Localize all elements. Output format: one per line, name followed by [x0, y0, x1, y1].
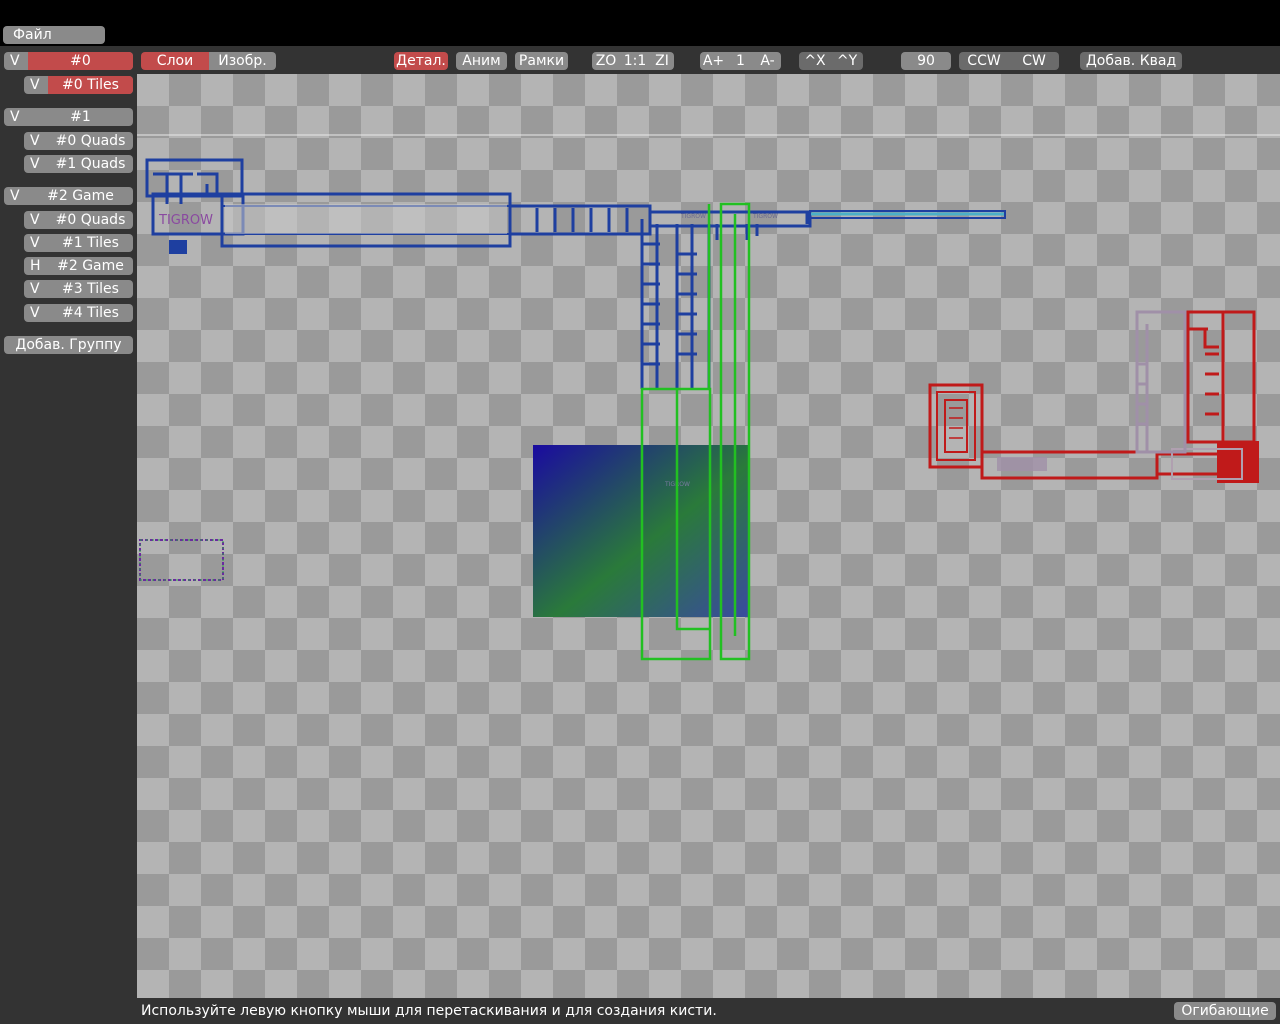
rotate-cw-button[interactable]: CW	[1009, 52, 1059, 70]
layer-visibility-toggle[interactable]: V	[30, 304, 40, 322]
layer-visibility-toggle[interactable]: H	[30, 257, 41, 275]
layer-visibility-toggle[interactable]: V	[30, 76, 40, 94]
layer-name[interactable]: #2 Game	[48, 257, 133, 275]
layer-row[interactable]: V #1 Quads	[24, 155, 133, 173]
layer-row[interactable]: V #3 Tiles	[24, 280, 133, 298]
layer-name[interactable]: #1 Tiles	[48, 234, 133, 252]
layer-name[interactable]: #0 Quads	[48, 211, 133, 229]
detail-toggle-button[interactable]: Детал.	[394, 52, 448, 70]
group-1-visibility-toggle[interactable]: V	[10, 108, 20, 126]
rotation-value-field[interactable]: 90	[901, 52, 951, 70]
group-0-visibility-toggle[interactable]: V	[10, 52, 20, 70]
layer-name[interactable]: #3 Tiles	[48, 280, 133, 298]
group-1-row[interactable]: V #1	[4, 108, 133, 126]
layer-name[interactable]: #1 Quads	[48, 155, 133, 173]
flip-x-button[interactable]: ^X	[799, 52, 831, 70]
anim-speed-value: 1	[727, 52, 754, 70]
layer-visibility-toggle[interactable]: V	[30, 280, 40, 298]
red-block	[1217, 441, 1259, 483]
envelopes-button[interactable]: Огибающие	[1174, 1002, 1276, 1020]
map-drawing: TIGROW TIGROW TIGROW TIGROW	[137, 134, 1280, 661]
file-menu-button[interactable]: Файл	[3, 26, 105, 44]
layer-visibility-toggle[interactable]: V	[30, 234, 40, 252]
layer-name[interactable]: #4 Tiles	[48, 304, 133, 322]
gray-tile-structure	[1135, 310, 1187, 454]
group-2-name[interactable]: #2 Game	[28, 187, 133, 205]
group-1-name[interactable]: #1	[28, 108, 133, 126]
layer-row[interactable]: V #0 Quads	[24, 132, 133, 150]
tee-label-text: TIGROW	[158, 213, 213, 228]
tab-layers[interactable]: Слои	[141, 52, 209, 70]
layer-row[interactable]: V #4 Tiles	[24, 304, 133, 322]
layer-visibility-toggle[interactable]: V	[30, 132, 40, 150]
add-quad-button[interactable]: Добав. Квад	[1080, 52, 1182, 70]
layers-panel: V #0 V #0 Tiles V #1 V #0 Quads V #1 Qua…	[0, 46, 137, 1024]
menu-bar: Файл	[0, 0, 1280, 46]
layer-row[interactable]: V #0 Tiles	[24, 76, 133, 94]
group-2-row[interactable]: V #2 Game	[4, 187, 133, 205]
group-2-visibility-toggle[interactable]: V	[10, 187, 20, 205]
zoom-in-button[interactable]: ZI	[650, 52, 674, 70]
add-group-button[interactable]: Добав. Группу	[4, 336, 133, 354]
group-0-name[interactable]: #0	[28, 52, 133, 70]
toolbar: Слои Изобр. Детал. Аним Рамки ZO 1:1 ZI …	[137, 46, 1280, 74]
red-tile-structure	[928, 310, 1256, 480]
group-0-row[interactable]: V #0	[4, 52, 133, 70]
layer-row[interactable]: V #0 Quads	[24, 211, 133, 229]
status-bar: Используйте левую кнопку мыши для перета…	[137, 998, 1280, 1024]
brush-selection-box	[139, 539, 224, 581]
blue-tile-structure	[145, 158, 812, 389]
svg-text:TIGROW: TIGROW	[752, 213, 778, 220]
map-canvas[interactable]: TIGROW TIGROW TIGROW TIGROW	[137, 74, 1280, 998]
tab-images[interactable]: Изобр.	[209, 52, 276, 70]
anim-toggle-button[interactable]: Аним	[456, 52, 507, 70]
layer-visibility-toggle[interactable]: V	[30, 155, 40, 173]
svg-text:TIGROW: TIGROW	[680, 213, 706, 220]
layer-name[interactable]: #0 Tiles	[48, 76, 133, 94]
frames-toggle-button[interactable]: Рамки	[515, 52, 568, 70]
anim-slower-button[interactable]: A-	[754, 52, 781, 70]
zoom-reset-button[interactable]: 1:1	[620, 52, 650, 70]
zoom-out-button[interactable]: ZO	[592, 52, 620, 70]
status-hint-text: Используйте левую кнопку мыши для перета…	[141, 1003, 717, 1019]
layer-row[interactable]: H #2 Game	[24, 257, 133, 275]
anim-faster-button[interactable]: A+	[700, 52, 727, 70]
layer-row[interactable]: V #1 Tiles	[24, 234, 133, 252]
layer-name[interactable]: #0 Quads	[48, 132, 133, 150]
rotate-ccw-button[interactable]: CCW	[959, 52, 1009, 70]
layer-visibility-toggle[interactable]: V	[30, 211, 40, 229]
blue-structure-shade	[225, 204, 507, 234]
flip-y-button[interactable]: ^Y	[831, 52, 863, 70]
